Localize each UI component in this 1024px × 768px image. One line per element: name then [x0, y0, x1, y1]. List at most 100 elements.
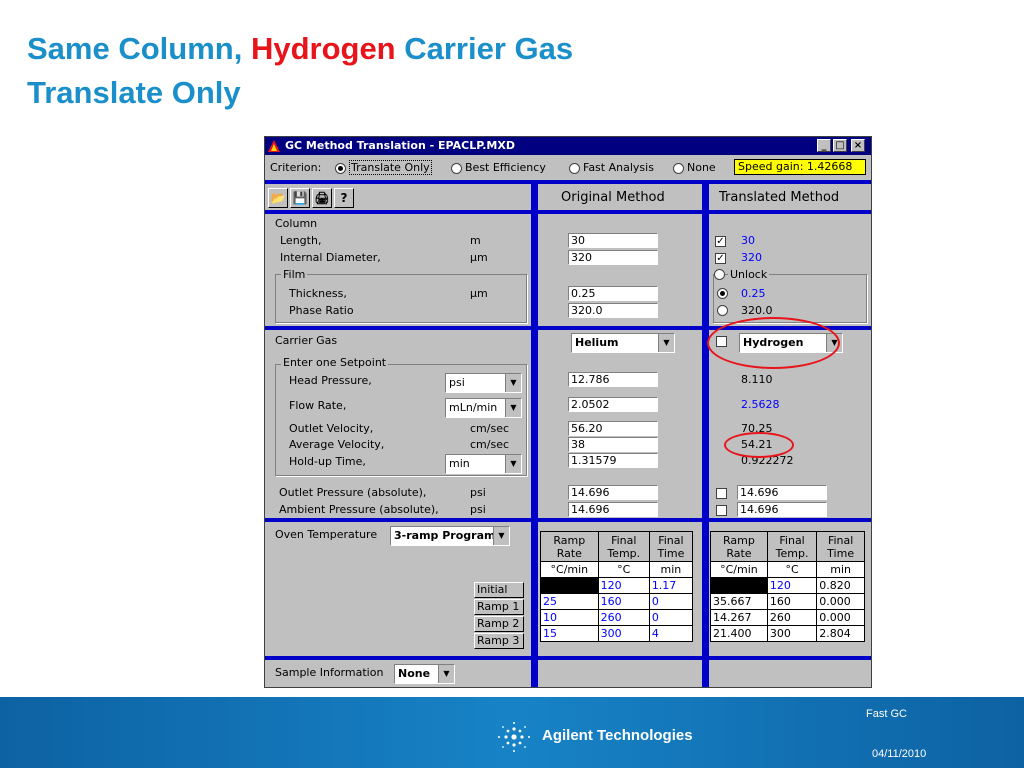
chevron-down-icon: ▼: [505, 374, 521, 392]
thickness-unit: µm: [470, 287, 488, 300]
open-icon[interactable]: 📂: [268, 188, 288, 208]
head-pressure-unit-select[interactable]: psi ▼: [445, 373, 522, 393]
criterion-fast-analysis[interactable]: Fast Analysis: [583, 161, 654, 174]
maximize-button[interactable]: □: [833, 139, 847, 152]
oven-table-units: °C/min °C min: [710, 561, 865, 578]
thickness-label: Thickness,: [289, 287, 347, 300]
outlet-pressure-original-field[interactable]: 14.696: [568, 485, 658, 500]
table-cell[interactable]: 260: [597, 609, 650, 626]
table-cell[interactable]: 10: [540, 609, 599, 626]
ambient-pressure-original-field[interactable]: 14.696: [568, 502, 658, 517]
carrier-gas-original-select[interactable]: Helium ▼: [571, 333, 675, 353]
thickness-original-field[interactable]: 0.25: [568, 286, 658, 301]
diameter-lock-checkbox[interactable]: ✓: [715, 253, 726, 264]
oven-table-translated: Ramp Rate Final Temp. Final Time °C/min °C …: [710, 531, 865, 642]
table-cell: 0.820: [816, 577, 865, 594]
diameter-original-field[interactable]: 320: [568, 250, 658, 265]
table-cell[interactable]: 0: [648, 609, 694, 626]
sample-section-translated: [709, 660, 871, 687]
carrier-gas-label: Carrier Gas: [275, 334, 338, 347]
holdup-time-label: Hold-up Time,: [289, 455, 366, 468]
criterion-none[interactable]: None: [687, 161, 716, 174]
radio-fast-analysis[interactable]: [569, 163, 580, 174]
table-cell[interactable]: 160: [597, 593, 650, 610]
title-highlight: Hydrogen: [250, 31, 396, 66]
print-icon[interactable]: 🖨: [312, 188, 332, 208]
average-velocity-unit: cm/sec: [470, 438, 510, 451]
length-lock-checkbox[interactable]: ✓: [715, 236, 726, 247]
column-group-label: Column: [275, 217, 318, 230]
table-cell[interactable]: 120: [597, 577, 650, 594]
table-cell[interactable]: 300: [597, 625, 650, 642]
outlet-pressure-translated-field[interactable]: 14.696: [737, 485, 827, 500]
table-row: 25 160 0: [540, 593, 694, 610]
setpoint-group-label: Enter one Setpoint: [281, 356, 389, 369]
flow-rate-original-field[interactable]: 2.0502: [568, 397, 658, 412]
outlet-pressure-unit: psi: [470, 486, 486, 499]
chevron-down-icon: ▼: [658, 334, 674, 352]
ramp-rate-header: Ramp Rate: [540, 531, 599, 562]
table-cell[interactable]: 0: [648, 593, 694, 610]
table-cell[interactable]: 1.17: [648, 577, 694, 594]
final-temp-header: Final Temp.: [597, 531, 650, 562]
gc-method-translation-window: GC Method Translation - EPACLP.MXD _ □ ×…: [264, 136, 872, 688]
outlet-velocity-original-field[interactable]: 56.20: [568, 421, 658, 436]
close-button[interactable]: ×: [851, 139, 865, 152]
oven-table-header: Ramp Rate Final Temp. Final Time: [710, 531, 865, 562]
head-pressure-original-field[interactable]: 12.786: [568, 372, 658, 387]
title-line2: Translate Only: [27, 75, 241, 110]
ambient-pressure-label: Ambient Pressure (absolute),: [279, 503, 439, 516]
table-cell[interactable]: 4: [648, 625, 694, 642]
holdup-time-unit-select[interactable]: min ▼: [445, 454, 522, 474]
criterion-translate-only[interactable]: Translate Only: [349, 160, 432, 175]
oven-table-units: °C/min °C min: [540, 561, 694, 578]
head-pressure-label: Head Pressure,: [289, 374, 372, 387]
unlock-radio[interactable]: [714, 269, 725, 280]
thickness-radio[interactable]: [717, 288, 728, 299]
table-cell: 0.000: [816, 609, 865, 626]
oven-program-select[interactable]: 3-ramp Program ▼: [390, 526, 510, 546]
table-cell[interactable]: 25: [540, 593, 599, 610]
final-time-header: Final Time: [816, 531, 865, 562]
flow-rate-unit-select[interactable]: mLn/min ▼: [445, 398, 522, 418]
save-icon[interactable]: 💾: [290, 188, 310, 208]
holdup-time-original-field[interactable]: 1.31579: [568, 453, 658, 468]
sample-information-select[interactable]: None ▼: [394, 664, 455, 684]
help-icon[interactable]: ?: [334, 188, 354, 208]
ambient-pressure-unit: psi: [470, 503, 486, 516]
time-unit: min: [648, 561, 694, 578]
final-temp-header: Final Temp.: [766, 531, 818, 562]
outlet-pressure-checkbox[interactable]: [716, 488, 727, 499]
ambient-pressure-translated-field[interactable]: 14.696: [737, 502, 827, 517]
criterion-label: Criterion:: [270, 161, 322, 174]
holdup-time-unit: min: [449, 457, 470, 470]
temp-unit: °C: [766, 561, 818, 578]
phase-ratio-radio[interactable]: [717, 305, 728, 316]
average-velocity-highlight-oval: [724, 432, 794, 458]
sample-information-label: Sample Information: [275, 666, 384, 679]
minimize-button[interactable]: _: [817, 139, 831, 152]
diameter-unit: µm: [470, 251, 488, 264]
title-part1: Same Column,: [27, 31, 251, 66]
window-title: GC Method Translation - EPACLP.MXD: [285, 139, 515, 152]
table-cell: [710, 577, 768, 594]
outlet-velocity-label: Outlet Velocity,: [289, 422, 374, 435]
oven-temperature-label: Oven Temperature: [275, 528, 378, 541]
unlock-label[interactable]: Unlock: [728, 268, 770, 281]
phase-ratio-original-field[interactable]: 320.0: [568, 303, 658, 318]
window-titlebar[interactable]: GC Method Translation - EPACLP.MXD _ □ ×: [265, 137, 871, 155]
time-unit: min: [816, 561, 865, 578]
average-velocity-original-field[interactable]: 38: [568, 437, 658, 452]
criterion-best-efficiency[interactable]: Best Efficiency: [465, 161, 546, 174]
radio-translate-only[interactable]: [335, 163, 346, 174]
radio-none[interactable]: [673, 163, 684, 174]
table-row: 120 0.820: [710, 577, 865, 594]
oven-program-value: 3-ramp Program: [394, 529, 496, 542]
translated-method-header: Translated Method: [719, 190, 840, 205]
length-original-field[interactable]: 30: [568, 233, 658, 248]
table-cell[interactable]: 15: [540, 625, 599, 642]
ambient-pressure-checkbox[interactable]: [716, 505, 727, 516]
radio-best-efficiency[interactable]: [451, 163, 462, 174]
agilent-spark-icon: [498, 722, 530, 752]
table-cell: 35.667: [710, 593, 768, 610]
